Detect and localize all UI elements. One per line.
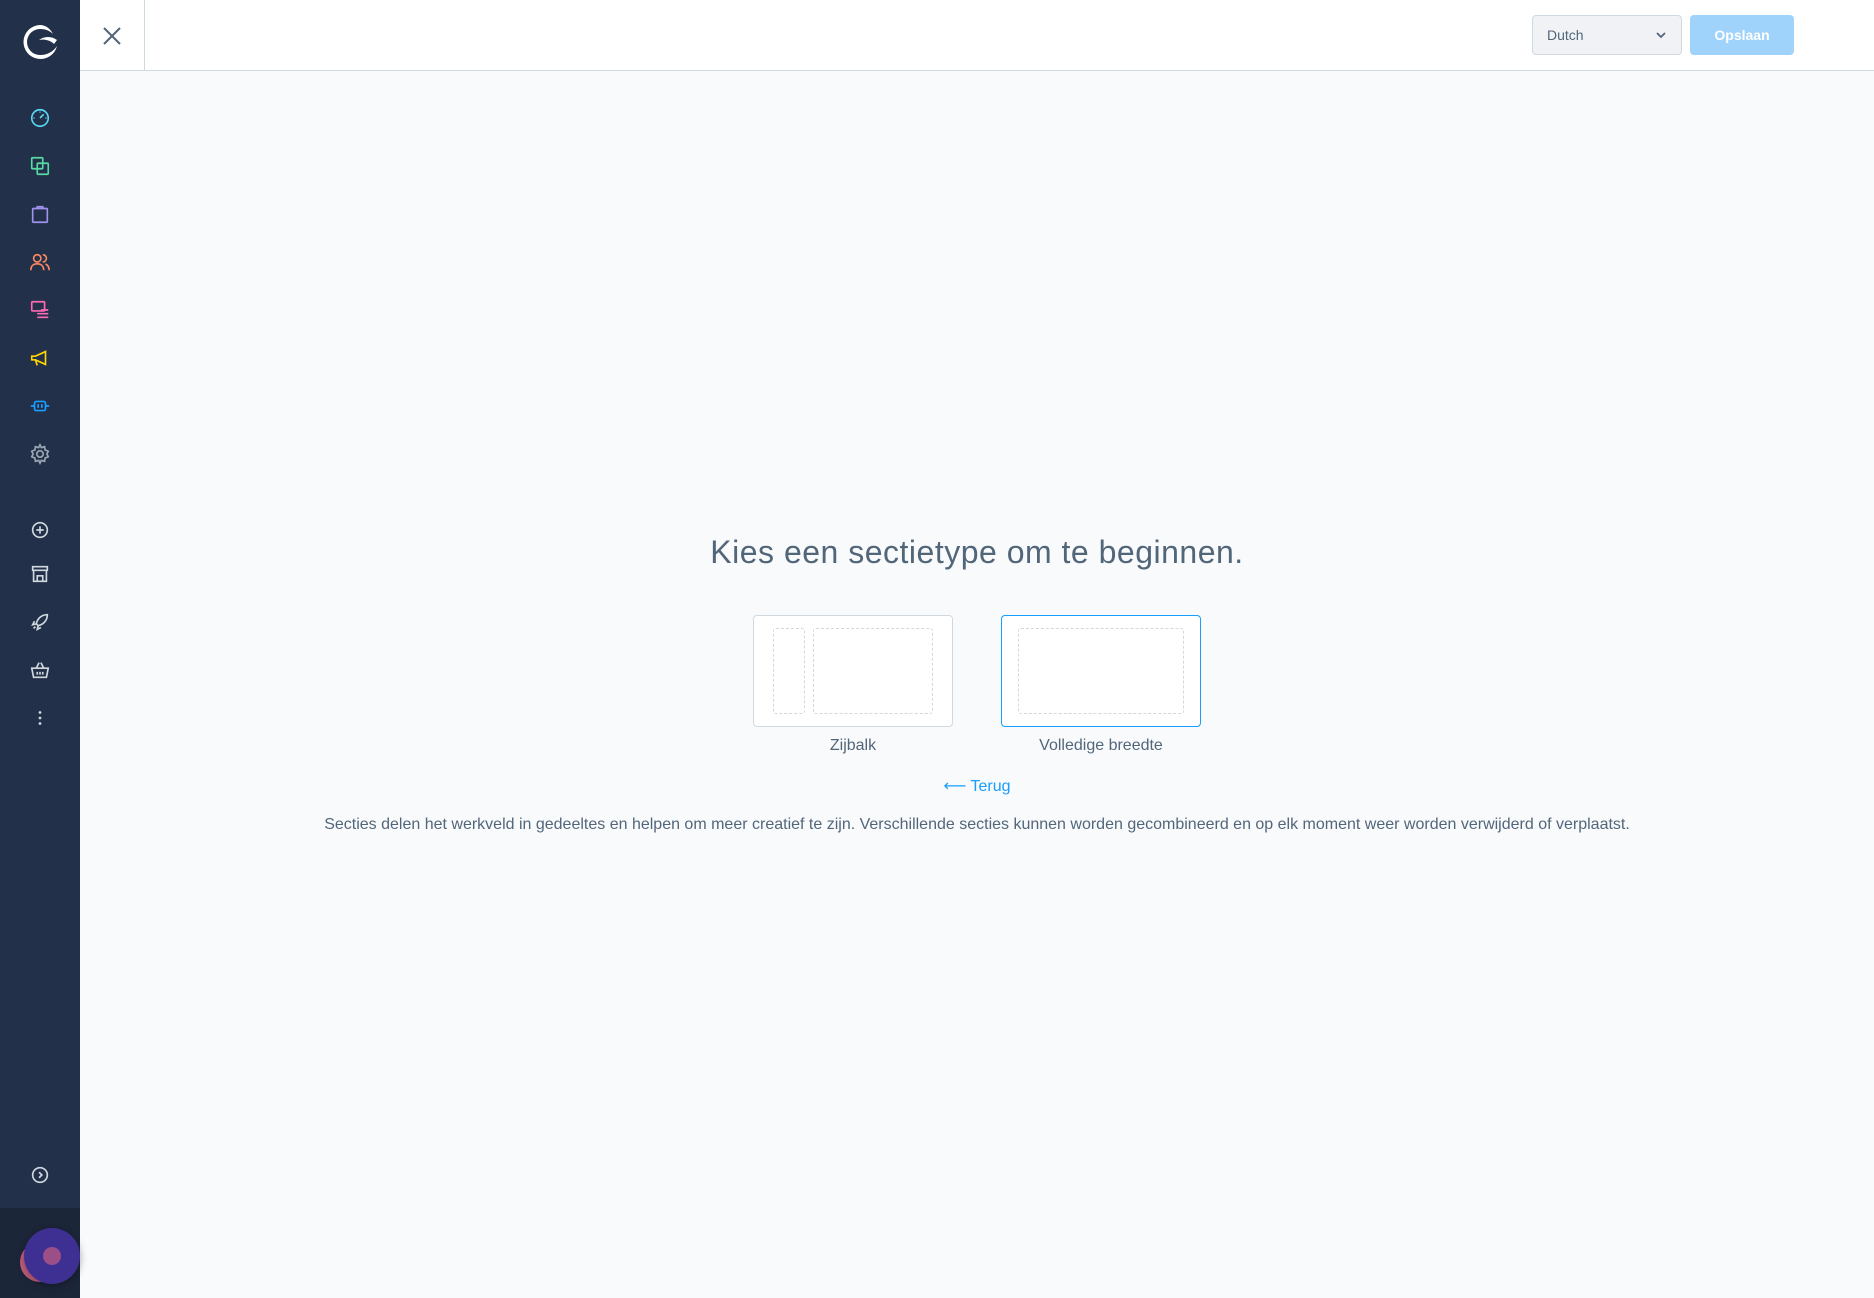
save-button[interactable]: Opslaan xyxy=(1690,15,1794,55)
more-vertical-icon[interactable] xyxy=(28,706,52,730)
sidebar-column-preview xyxy=(773,628,805,714)
content-list-icon[interactable] xyxy=(28,298,52,322)
gear-icon[interactable] xyxy=(28,442,52,466)
plus-circle-icon[interactable] xyxy=(28,518,52,542)
chevron-down-icon xyxy=(1656,32,1666,39)
back-link[interactable]: ⟵ Terug xyxy=(943,778,1010,795)
assistant-dot-icon xyxy=(43,1247,61,1265)
arrow-left-icon: ⟵ xyxy=(943,778,967,795)
language-select-value: Dutch xyxy=(1547,27,1584,43)
content-column-preview xyxy=(813,628,933,714)
rocket-icon[interactable] xyxy=(28,610,52,634)
avatar[interactable] xyxy=(18,1228,80,1284)
section-type-sidebar-label: Zijbalk xyxy=(829,737,877,754)
users-icon[interactable] xyxy=(28,250,52,274)
assistant-bubble[interactable] xyxy=(24,1228,80,1284)
page-title: Kies een sectietype om te beginnen. xyxy=(710,534,1244,570)
back-link-row: ⟵ Terug xyxy=(80,776,1874,796)
section-hint-text: Secties delen het werkveld in gedeeltes … xyxy=(324,816,1630,833)
storefront-icon[interactable] xyxy=(28,562,52,586)
close-button[interactable] xyxy=(80,0,145,71)
sidebar-user-area xyxy=(0,1208,80,1298)
main-content: Kies een sectietype om te beginnen. Zijb… xyxy=(80,72,1874,1298)
shopping-bag-icon[interactable] xyxy=(28,202,52,226)
section-type-full-width[interactable] xyxy=(1001,615,1201,727)
megaphone-icon[interactable] xyxy=(28,346,52,370)
products-copy-icon[interactable] xyxy=(28,154,52,178)
topbar: Dutch Opslaan xyxy=(80,0,1874,71)
full-width-preview xyxy=(1018,628,1184,714)
section-type-full-width-label: Volledige breedte xyxy=(1039,737,1163,754)
plug-icon[interactable] xyxy=(28,394,52,418)
close-icon xyxy=(103,26,121,45)
chevron-right-circle-icon[interactable] xyxy=(28,1163,52,1187)
dashboard-gauge-icon[interactable] xyxy=(28,106,52,130)
sidebar xyxy=(0,0,80,1298)
basket-icon[interactable] xyxy=(28,658,52,682)
back-link-label: Terug xyxy=(970,778,1011,795)
shopware-logo[interactable] xyxy=(20,22,60,62)
language-select[interactable]: Dutch xyxy=(1532,15,1682,55)
section-type-sidebar[interactable] xyxy=(753,615,953,727)
